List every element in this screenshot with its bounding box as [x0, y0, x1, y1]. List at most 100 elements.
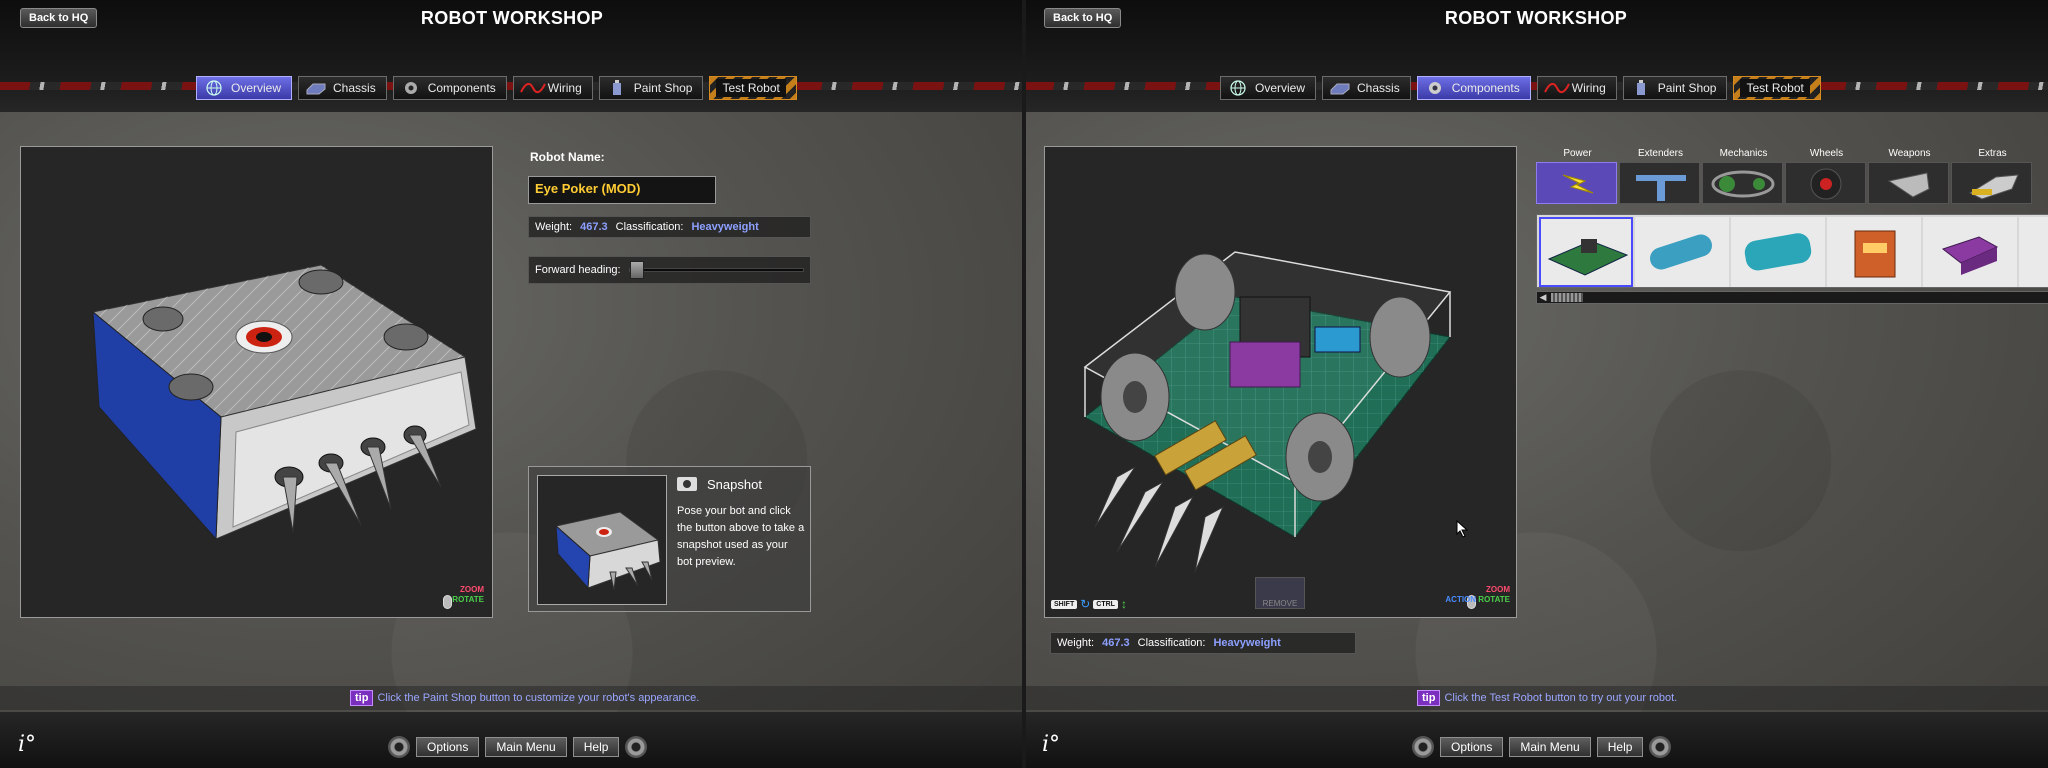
- tab-chassis[interactable]: Chassis: [298, 76, 387, 100]
- bottom-buttons: Options Main Menu Help: [1412, 736, 1672, 758]
- help-button[interactable]: Help: [572, 737, 620, 757]
- category-extras-button[interactable]: [1951, 162, 2032, 204]
- tip-text: Click the Test Robot button to try out y…: [1444, 692, 1678, 704]
- weight-classification-bar: Weight: 467.3 Classification: Heavyweigh…: [528, 216, 811, 238]
- robot-3d-viewport[interactable]: ZOOM ROTATE: [20, 146, 493, 618]
- ctrl-key: CTRL: [1093, 599, 1118, 609]
- gear-icon: [625, 736, 648, 758]
- page-title: ROBOT WORKSHOP: [420, 8, 604, 28]
- zoom-rotate-hint: ZOOM ROTATE: [452, 585, 484, 605]
- category-label-power: Power: [1563, 148, 1592, 159]
- category-weapons-button[interactable]: [1868, 162, 1949, 204]
- tip-badge: tip: [350, 690, 374, 706]
- component-categories: [1536, 162, 2032, 204]
- chassis-icon: [1329, 80, 1351, 96]
- scroll-left-icon[interactable]: ◀: [1537, 292, 1549, 303]
- weight-label: Weight:: [1057, 637, 1095, 649]
- options-button[interactable]: Options: [416, 737, 480, 757]
- tip-badge: tip: [1417, 690, 1441, 706]
- robot-preview-eye-poker: [91, 264, 477, 541]
- workshop-tabs: Overview Chassis Components Wiring Paint…: [196, 76, 797, 100]
- options-button[interactable]: Options: [1440, 737, 1504, 757]
- wheel-icon: [1810, 168, 1842, 200]
- scroll-thumb[interactable]: [1551, 293, 1583, 302]
- component-more[interactable]: [2019, 217, 2048, 287]
- remove-button[interactable]: REMOVE: [1255, 577, 1305, 609]
- component-co2-tank[interactable]: [1731, 217, 1825, 287]
- component-battery-pack[interactable]: [1923, 217, 2017, 287]
- tab-wiring[interactable]: Wiring: [1536, 76, 1617, 100]
- tab-test-robot[interactable]: Test Robot: [709, 76, 797, 100]
- shift-key: SHIFT: [1051, 599, 1078, 609]
- robot-name-input[interactable]: Eye Poker (MOD): [528, 176, 716, 204]
- tab-components[interactable]: Components: [1416, 76, 1531, 100]
- info-icon[interactable]: i°: [18, 732, 36, 757]
- category-wheels-button[interactable]: [1785, 162, 1866, 204]
- classification-label: Classification:: [1137, 637, 1206, 649]
- weight-classification-bar: Weight: 467.3 Classification: Heavyweigh…: [1050, 632, 1356, 654]
- slider-thumb[interactable]: [629, 261, 644, 279]
- tab-overview[interactable]: Overview: [196, 76, 293, 100]
- tab-label: Components: [1451, 81, 1520, 95]
- rotate-hint-label: ROTATE: [452, 595, 484, 604]
- category-power-button[interactable]: [1536, 162, 1617, 204]
- camera-icon[interactable]: [677, 477, 697, 491]
- tab-label: Paint Shop: [1657, 81, 1717, 95]
- robot-name-label: Robot Name:: [530, 150, 605, 164]
- tab-label: Overview: [231, 81, 282, 95]
- weight-value: 467.3: [1102, 637, 1130, 649]
- category-mechanics-button[interactable]: [1702, 162, 1783, 204]
- tab-chassis[interactable]: Chassis: [1322, 76, 1411, 100]
- lightning-icon: [1562, 174, 1594, 194]
- snapshot-thumbnail: [537, 475, 667, 605]
- tab-label: Chassis: [1357, 81, 1400, 95]
- gear-icon: [400, 80, 422, 96]
- spray-can-icon: [1630, 80, 1652, 96]
- workshop-overview-screen: Back to HQ ROBOT WORKSHOP Overview Chass…: [0, 0, 1024, 768]
- action-hint-label: ACTION: [1445, 595, 1477, 604]
- tab-label: Chassis: [333, 81, 376, 95]
- component-gas-tank[interactable]: [1635, 217, 1729, 287]
- robot-3d-viewport[interactable]: SHIFT ↻ CTRL ↕ REMOVE ZOOM ACTION ROTATE: [1044, 146, 1517, 618]
- info-icon[interactable]: i°: [1042, 732, 1060, 757]
- weight-value: 467.3: [580, 221, 608, 233]
- help-button[interactable]: Help: [1596, 737, 1644, 757]
- component-circuit-board[interactable]: [1539, 217, 1633, 287]
- gear-icon: [1412, 736, 1434, 758]
- rotate-icon: ↻: [1080, 597, 1091, 611]
- shift-ctrl-hint: SHIFT ↻ CTRL ↕: [1051, 597, 1127, 611]
- vertical-arrow-icon: ↕: [1120, 597, 1127, 611]
- workshop-tabs: Overview Chassis Components Wiring Paint…: [1220, 76, 1821, 100]
- snapshot-title: Snapshot: [707, 477, 762, 492]
- wire-icon: [1543, 80, 1570, 96]
- globe-icon: [1227, 80, 1249, 96]
- tab-label: Paint Shop: [633, 81, 693, 95]
- tab-label: Overview: [1255, 81, 1306, 95]
- main-menu-button[interactable]: Main Menu: [1509, 737, 1591, 757]
- forward-heading-slider[interactable]: [628, 261, 804, 279]
- robot-internals-preview: [1083, 251, 1452, 573]
- chain-gear-icon: [1711, 170, 1775, 198]
- blade-icon: [1887, 172, 1930, 198]
- workshop-components-screen: Back to HQ ROBOT WORKSHOP Overview Chass…: [1024, 0, 2048, 768]
- component-scrollbar[interactable]: ◀ ▶: [1536, 291, 2048, 304]
- tab-overview[interactable]: Overview: [1220, 76, 1317, 100]
- tab-paint-shop[interactable]: Paint Shop: [598, 76, 704, 100]
- tip: tip Click the Test Robot button to try o…: [1417, 690, 1677, 706]
- tab-label: Wiring: [1571, 81, 1606, 95]
- category-label-extenders: Extenders: [1637, 148, 1684, 159]
- category-label-wheels: Wheels: [1809, 148, 1844, 159]
- tab-test-robot[interactable]: Test Robot: [1733, 76, 1821, 100]
- mouse-cursor-icon: [1456, 520, 1469, 538]
- tab-components[interactable]: Components: [392, 76, 507, 100]
- tab-paint-shop[interactable]: Paint Shop: [1622, 76, 1728, 100]
- plow-icon: [1968, 174, 2019, 200]
- component-battery-box[interactable]: [1827, 217, 1921, 287]
- screen-divider: [1022, 0, 1026, 768]
- category-label-extras: Extras: [1978, 148, 2007, 159]
- chassis-icon: [305, 80, 327, 96]
- classification-value: Heavyweight: [1213, 637, 1281, 649]
- main-menu-button[interactable]: Main Menu: [485, 737, 567, 757]
- tab-wiring[interactable]: Wiring: [512, 76, 593, 100]
- category-extenders-button[interactable]: [1619, 162, 1700, 204]
